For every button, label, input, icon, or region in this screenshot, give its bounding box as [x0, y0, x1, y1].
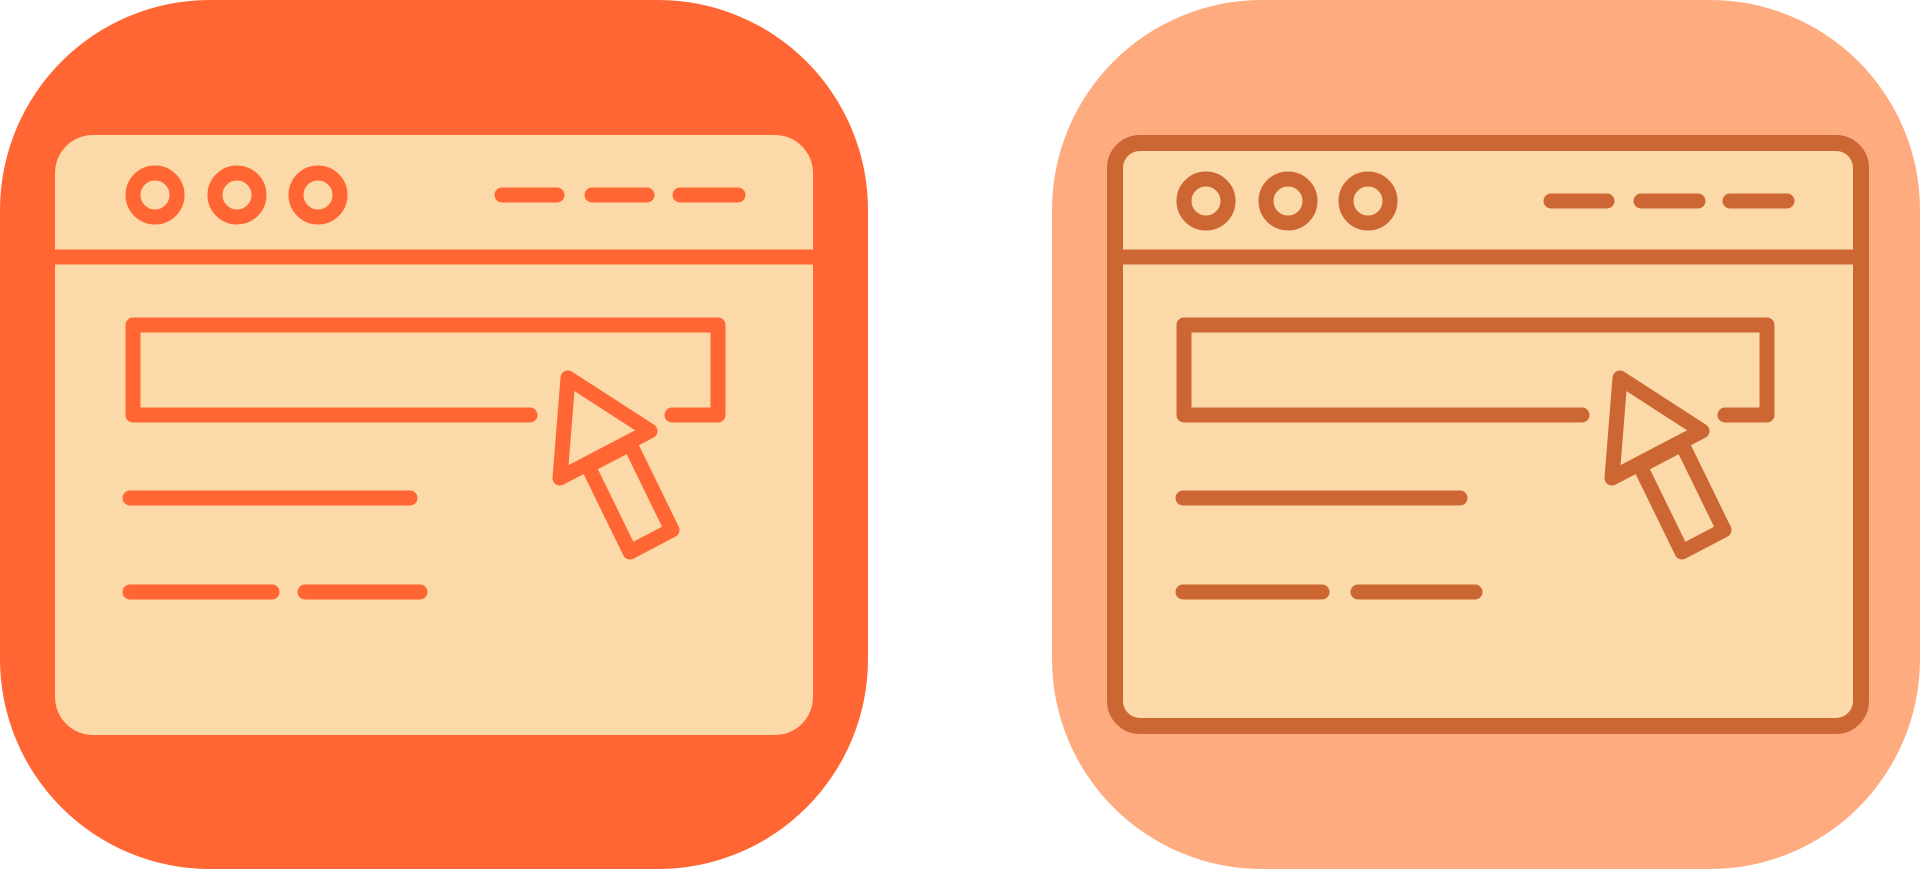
window-control-dots	[125, 165, 348, 225]
window-control-dots	[1176, 171, 1398, 231]
browser-search-click-icon	[0, 0, 868, 869]
browser-window	[55, 135, 813, 735]
browser-window-frame	[1107, 135, 1869, 734]
window-dot-icon	[125, 165, 185, 225]
browser-search-click-icon	[1052, 0, 1920, 869]
window-dot-icon	[1176, 171, 1236, 231]
browser-window	[1107, 135, 1869, 734]
window-dot-icon	[1338, 171, 1398, 231]
window-dot-icon	[207, 165, 267, 225]
icon-pair	[0, 0, 1920, 869]
window-dot-icon	[1258, 171, 1318, 231]
icon-canvas	[0, 0, 1920, 869]
browser-window-frame	[55, 135, 813, 735]
window-dot-icon	[288, 165, 348, 225]
